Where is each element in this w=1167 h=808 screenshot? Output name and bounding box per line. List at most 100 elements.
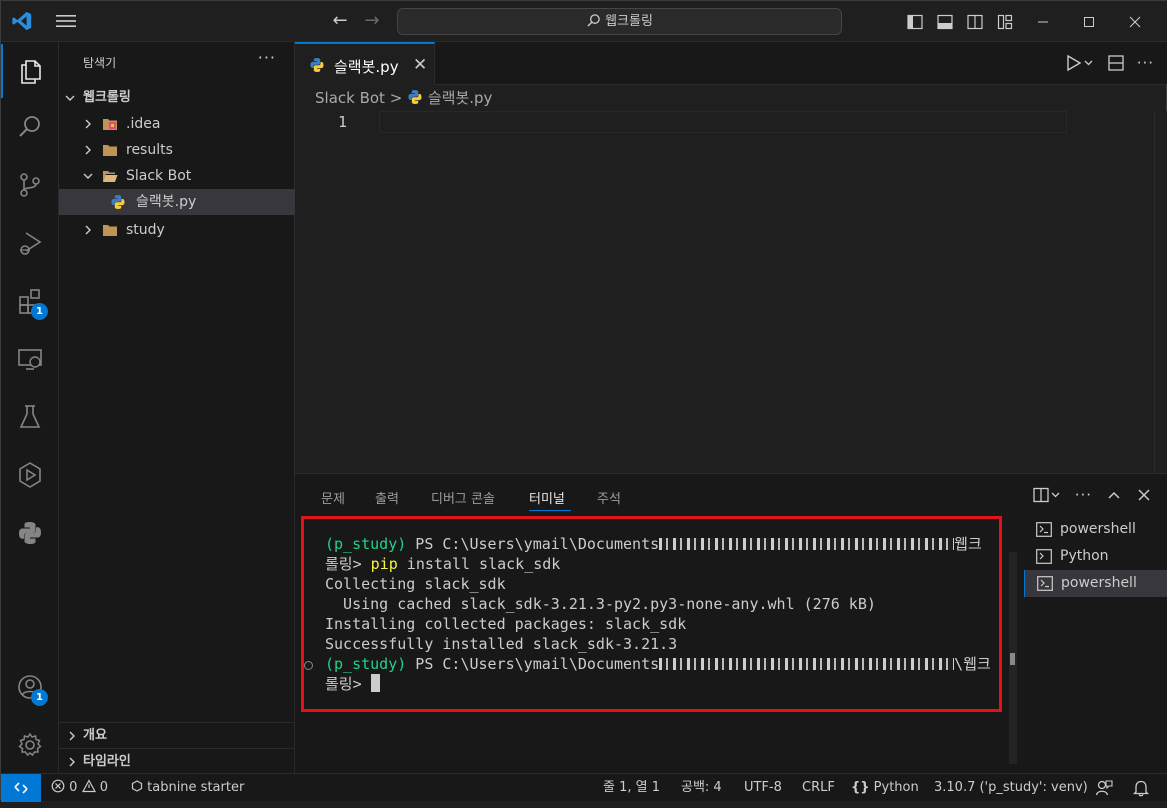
tree-item-slack-bot[interactable]: Slack Bot (59, 163, 295, 189)
chevron-right-icon (81, 137, 95, 163)
breadcrumb-folder[interactable]: Slack Bot (315, 89, 385, 107)
encoding-status[interactable]: UTF-8 (744, 774, 782, 802)
terminal-cursor (370, 674, 380, 692)
tab-terminal[interactable]: 터미널 (529, 488, 565, 507)
menu-icon[interactable] (55, 11, 77, 31)
terminal-item-powershell[interactable]: powershell (1024, 516, 1167, 543)
tree-root-folder[interactable]: 웹크롤링 (59, 85, 295, 111)
minimize-button[interactable] (1020, 1, 1066, 42)
code-editor[interactable]: 1 (295, 111, 1167, 473)
tree-item-slackbot-py[interactable]: 슬랙봇.py (59, 189, 295, 215)
run-debug-activity[interactable] (1, 216, 59, 270)
accounts-badge: 1 (31, 689, 48, 706)
search-activity[interactable] (1, 100, 59, 154)
tabnine-label: tabnine starter (147, 780, 245, 795)
close-tab-icon[interactable]: ✕ (413, 55, 427, 75)
terminal-item-powershell[interactable]: powershell (1024, 570, 1167, 597)
tab-slackbot-py[interactable]: 슬랙봇.py ✕ (295, 42, 435, 85)
testing-activity[interactable] (1, 390, 59, 444)
toggle-secondary-sidebar-icon[interactable] (960, 7, 990, 37)
indentation-status[interactable]: 공백: 4 (681, 774, 722, 802)
remote-explorer-icon (18, 349, 42, 370)
explorer-title: 탐색기 (83, 56, 117, 70)
activity-bar: 1 1 (1, 42, 59, 773)
editor-scrollbar[interactable] (1154, 111, 1167, 473)
extensions-activity[interactable]: 1 (1, 274, 59, 328)
source-control-activity[interactable] (1, 158, 59, 212)
tab-debug-console[interactable]: 디버그 콘솔 (431, 488, 495, 507)
tab-output[interactable]: 출력 (375, 488, 399, 507)
customize-layout-icon[interactable] (990, 7, 1020, 37)
remote-explorer-activity[interactable] (1, 332, 59, 386)
terminal-line: Installing collected packages: slack_sdk (325, 615, 687, 633)
root-folder-label: 웹크롤링 (83, 90, 131, 105)
open-folder-icon (103, 171, 118, 182)
maximize-panel-icon[interactable] (1106, 487, 1122, 503)
interpreter-status[interactable]: 3.10.7 ('p_study': venv) (934, 774, 1088, 802)
split-editor-icon[interactable] (1107, 54, 1125, 72)
terminal-output[interactable]: (p_study) PS C:\Users\ymail\Documents 웹크 … (301, 516, 1002, 712)
live-share-activity[interactable] (1, 448, 59, 502)
explorer-activity[interactable] (1, 44, 59, 98)
vscode-logo-icon (12, 11, 32, 31)
close-panel-icon[interactable] (1136, 487, 1152, 503)
more-actions-icon[interactable]: ··· (1075, 486, 1092, 504)
prompt-end: 롤링> (325, 675, 362, 693)
more-actions-icon[interactable]: ··· (258, 48, 276, 67)
toggle-sidebar-icon[interactable] (900, 7, 930, 37)
outline-label: 개요 (83, 728, 107, 743)
tree-item-study[interactable]: study (59, 217, 295, 243)
command-pip: pip (370, 555, 398, 573)
tab-problems[interactable]: 문제 (321, 488, 345, 507)
tab-comments[interactable]: 주석 (597, 488, 621, 507)
flask-icon (19, 405, 41, 428)
play-hexagon-icon (19, 462, 41, 488)
back-arrow-icon[interactable]: ← (329, 11, 351, 31)
command-center-search[interactable]: 웹크롤링 (397, 8, 842, 35)
feedback-icon[interactable] (1095, 779, 1113, 797)
chevron-right-icon (65, 749, 79, 775)
chevron-right-icon (81, 111, 95, 137)
timeline-section[interactable]: 타임라인 (59, 748, 295, 774)
forward-arrow-icon[interactable]: → (361, 11, 383, 31)
prompt-path: PS C:\Users\ymail\Documents (406, 535, 660, 553)
terminal-scrollbar[interactable] (1009, 552, 1017, 764)
toggle-panel-icon[interactable] (930, 7, 960, 37)
tree-item-results[interactable]: results (59, 137, 295, 163)
manage-activity[interactable] (1, 718, 59, 772)
split-terminal-icon[interactable] (1033, 487, 1061, 503)
warning-count: 0 (99, 780, 108, 795)
remote-indicator[interactable] (1, 774, 41, 802)
python-file-icon (111, 195, 125, 209)
vscode-window: ← → 웹크롤링 1 1 탐색기 ··· 웹크롤링 .idea results … (0, 0, 1167, 802)
terminal-item-python[interactable]: Python (1024, 543, 1167, 570)
panel-actions: ··· (1033, 486, 1152, 504)
line-number: 1 (337, 113, 347, 131)
run-icon[interactable] (1065, 54, 1095, 72)
problems-status[interactable]: 0 0 (51, 774, 108, 802)
notifications-bell-icon[interactable] (1132, 779, 1150, 797)
eol-status[interactable]: CRLF (802, 774, 835, 802)
outline-section[interactable]: 개요 (59, 722, 295, 748)
breadcrumb: Slack Bot > 슬랙봇.py (295, 85, 1167, 111)
maximize-button[interactable] (1066, 1, 1112, 42)
python-activity[interactable] (1, 506, 59, 560)
accounts-activity[interactable]: 1 (1, 660, 59, 714)
command-decoration-icon[interactable] (304, 661, 313, 670)
explorer-sidebar: 탐색기 ··· 웹크롤링 .idea results Slack Bot 슬랙봇… (59, 42, 295, 773)
scrollbar-thumb[interactable] (1010, 653, 1015, 665)
timeline-label: 타임라인 (83, 754, 131, 769)
current-line-highlight (379, 111, 1067, 133)
cursor-position[interactable]: 줄 1, 열 1 (603, 774, 660, 802)
terminal-icon (1037, 576, 1053, 591)
close-window-button[interactable] (1112, 1, 1158, 42)
redacted-path (659, 658, 955, 670)
editor-actions: ··· (1065, 54, 1154, 72)
language-status[interactable]: {} Python (851, 774, 919, 802)
tree-item-idea[interactable]: .idea (59, 111, 295, 137)
breadcrumb-file[interactable]: 슬랙봇.py (428, 89, 493, 107)
python-icon (19, 522, 41, 544)
tabnine-status[interactable]: tabnine starter (131, 774, 244, 802)
terminal-line: 롤링> (325, 674, 380, 694)
more-actions-icon[interactable]: ··· (1137, 54, 1154, 72)
